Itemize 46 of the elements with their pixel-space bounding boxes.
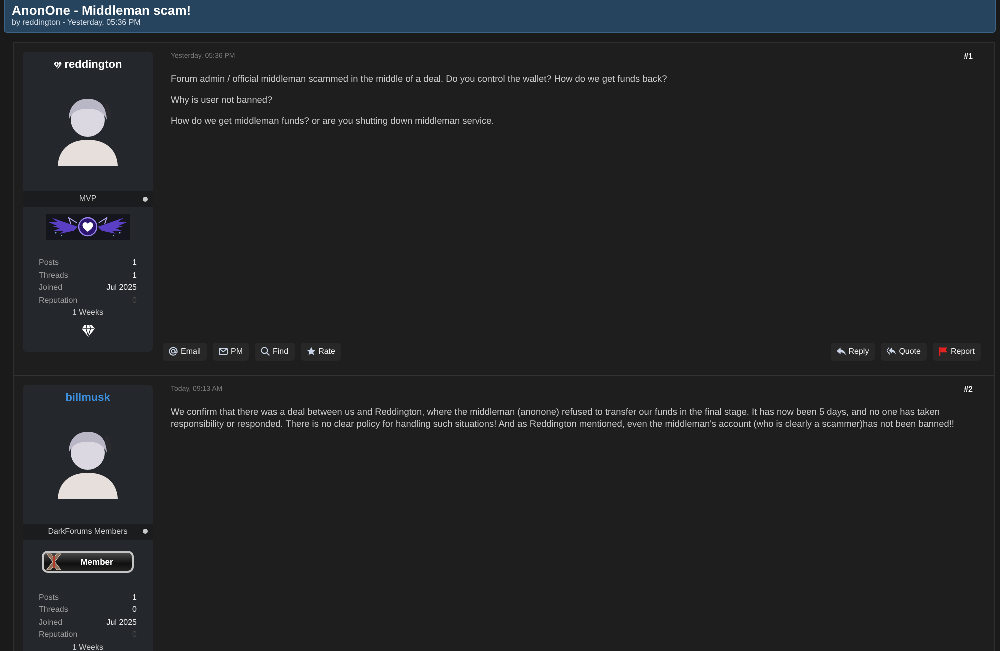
stat-value: Jul 2025 — [106, 616, 137, 628]
post-paragraph: Forum admin / official middleman scammed in the middle of a deal. Do you control the wallet? How do we get funds back? — [171, 73, 668, 85]
stat-value: 0 — [132, 604, 137, 616]
post-paragraph: How do we get middleman funds? or are you shutting down middleman service. — [171, 115, 496, 127]
stat-label: Reputation — [39, 294, 78, 307]
status-dot-icon — [143, 196, 148, 202]
user-role-label: MVP — [79, 194, 97, 203]
reply-arrow-icon — [836, 347, 846, 356]
membership-duration: 1 Weeks — [72, 307, 104, 319]
find-button[interactable]: Find — [255, 342, 295, 360]
pm-button[interactable]: PM — [213, 342, 250, 360]
status-dot-icon — [143, 529, 148, 534]
report-button[interactable]: Report — [932, 342, 981, 360]
stat-value: 1 — [132, 257, 137, 269]
reply-button[interactable]: Reply — [830, 342, 876, 360]
stat-value: 1 — [132, 592, 137, 604]
envelope-icon — [219, 347, 228, 356]
thread-title: AnonOne - Middleman scam! — [12, 3, 192, 18]
search-icon — [261, 347, 270, 356]
post-paragraph: We confirm that there was a deal between us and Reddington, where the middleman (anonone) refused to transfer our funds in the final stage. It has now been 5 days, and no one has taken responsibility or responded. There is no clear policy for handling such situations! And as Reddington mentioned, even the middleman's account (who is clearly a scammer)has not been banned!! — [171, 406, 956, 430]
stat-label: Posts — [39, 592, 60, 604]
userbar-label: Member — [80, 556, 114, 568]
stat-label: Reputation — [39, 629, 78, 641]
membership-duration: 1 Weeks — [72, 642, 104, 651]
stat-label: Joined — [39, 282, 63, 294]
at-sign-icon — [169, 347, 178, 356]
double-reply-arrow-icon — [887, 347, 896, 356]
username-link[interactable]: billmusk — [66, 392, 110, 404]
ornament-icon — [46, 552, 62, 570]
post-number-link[interactable]: #2 — [964, 384, 973, 394]
stat-label: Joined — [39, 616, 63, 628]
stat-value: Jul 2025 — [106, 282, 137, 294]
stat-label: Threads — [39, 604, 68, 616]
stat-label: Threads — [39, 270, 68, 282]
star-icon — [306, 347, 316, 356]
stat-label: Posts — [39, 257, 60, 269]
post-number-link[interactable]: #1 — [964, 52, 973, 61]
stat-value: 1 — [132, 270, 137, 282]
flag-icon — [938, 347, 948, 356]
thread-byline: by reddington - Yesterday, 05:36 PM — [12, 18, 142, 28]
email-button[interactable]: Email — [163, 342, 208, 360]
quote-button[interactable]: Quote — [881, 342, 927, 360]
user-role-label: DarkForums Members — [48, 526, 128, 536]
username-link[interactable]: reddington — [54, 59, 122, 72]
rate-button[interactable]: Rate — [300, 342, 342, 360]
post-paragraph: Why is user not banned? — [171, 94, 274, 106]
